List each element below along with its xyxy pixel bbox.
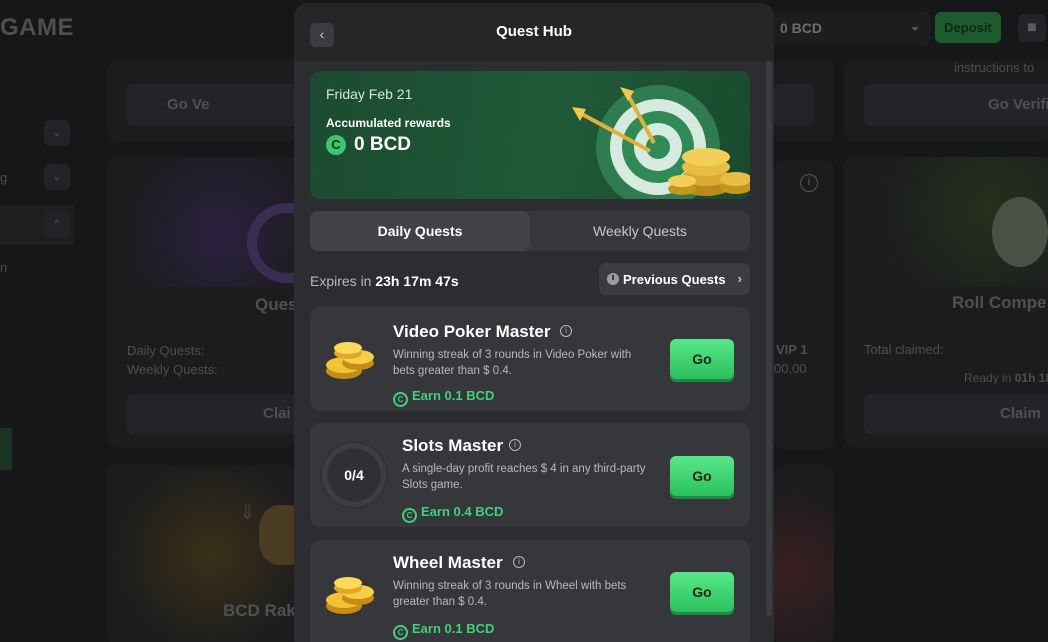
rake-card-title: BCD Rak (223, 601, 296, 620)
right-card-a (774, 60, 834, 142)
chevron-down-icon: ⌄ (909, 19, 920, 33)
go-button[interactable]: Go (670, 456, 734, 496)
claim-button[interactable]: Claim (864, 394, 1048, 434)
quest-description: A single-day profit reaches $ 4 in any t… (402, 463, 646, 491)
weekly-quests-label: Weekly Quests: (127, 362, 218, 377)
topbar-right: 0 BCD ⌄ Deposit ■ (770, 11, 1046, 45)
quest-description: Winning streak of 3 rounds in Video Poke… (393, 349, 632, 377)
sidebar-row-active[interactable]: ⌃ (0, 205, 74, 245)
chevron-down-icon[interactable]: ⌄ (44, 164, 70, 190)
rake-card: ⇓ BCD Rak (107, 465, 309, 642)
total-claimed-label: Total claimed: (864, 342, 944, 357)
quest-title: Slots Master (402, 436, 504, 455)
gold-coins-icon (326, 342, 374, 379)
go-button[interactable]: Go (670, 339, 734, 379)
chevron-right-icon: › (737, 271, 742, 286)
chevron-down-icon[interactable]: ⌄ (44, 120, 70, 146)
sidebar-row-label: g (0, 170, 8, 185)
coin-icon (992, 197, 1048, 267)
quest-title: Video Poker Master (393, 322, 551, 341)
balance-select[interactable]: 0 BCD ⌄ (770, 11, 930, 45)
gold-coins-icon (326, 577, 374, 614)
quest-reward: C Earn 0.4 BCD (402, 504, 503, 523)
expires-label: Expires in (310, 273, 372, 289)
instructions-text: instructions to (954, 60, 1035, 75)
bcd-coin-icon: C (393, 392, 408, 407)
info-icon[interactable]: i (800, 174, 818, 192)
gift-icon[interactable]: ■ (1018, 14, 1046, 42)
ready-time: 01h 18 (1014, 371, 1048, 385)
quest-progress-ring: 0/4 (320, 441, 388, 509)
bcd-coin-icon: C (326, 135, 346, 155)
sidebar-row[interactable]: ⌄ (0, 116, 74, 152)
verify-card-right: instructions to Go Verifi (844, 60, 1048, 142)
quest-description: Winning streak of 3 rounds in Wheel with… (393, 580, 627, 608)
quest-card: Wheel Master i Winning streak of 3 round… (310, 540, 750, 642)
card-button[interactable] (774, 84, 814, 126)
expires-timer: 23h 17m 47s (375, 273, 459, 289)
quest-reward: C Earn 0.1 BCD (393, 621, 494, 640)
expires-text: Expires in 23h 17m 47s (310, 273, 459, 289)
daily-quests-label: Daily Quests: (127, 343, 205, 358)
quest-title: Wheel Master (393, 553, 503, 572)
banner-date: Friday Feb 21 (326, 86, 413, 102)
quest-card: Ques Daily Quests: Weekly Quests: Clai (107, 157, 327, 447)
info-icon[interactable]: i (509, 439, 521, 451)
go-button[interactable]: Go (670, 572, 734, 612)
vip-card: i VIP 1 00.00 (774, 160, 834, 450)
balance-value: 0 BCD (780, 20, 823, 36)
quest-tabs: Daily Quests Weekly Quests (310, 211, 750, 251)
quest-reward: C Earn 0.1 BCD (393, 388, 494, 407)
arrow-down-icon: ⇓ (239, 502, 256, 524)
accumulated-rewards-amount: 0 BCD (354, 134, 412, 155)
roll-competition-card: Roll Compe Total claimed: Ready in 01h 1… (844, 157, 1048, 447)
previous-quests-button[interactable]: Previous Quests › (599, 263, 750, 295)
bcd-coin-icon: C (402, 508, 417, 523)
tab-weekly-quests[interactable]: Weekly Quests (530, 211, 750, 251)
accumulated-rewards-label: Accumulated rewards (326, 116, 451, 130)
modal-header: ‹ Quest Hub (294, 3, 774, 61)
go-verify-button[interactable]: Go Verifi (864, 84, 1048, 126)
chevron-up-icon[interactable]: ⌃ (44, 212, 70, 238)
info-icon[interactable]: i (513, 556, 525, 568)
quest-card: Video Poker Master i Winning streak of 3… (310, 307, 750, 411)
scrollbar[interactable] (766, 61, 772, 616)
verify-card: Go Ve (107, 60, 297, 142)
claim-button[interactable]: Clai (127, 394, 297, 434)
bcd-coin-icon: C (393, 625, 408, 640)
info-icon[interactable]: i (560, 325, 572, 337)
deposit-button[interactable]: Deposit (935, 12, 1001, 43)
ready-in-label: Ready in 01h 18 (964, 371, 1048, 385)
roll-card-title: Roll Compe (952, 293, 1047, 312)
modal-title: Quest Hub (496, 23, 572, 40)
tab-daily-quests[interactable]: Daily Quests (310, 211, 530, 251)
sidebar-row[interactable]: n (0, 250, 74, 286)
quest-hub-modal: ‹ Quest Hub Friday Feb 21 Accumulated re… (294, 3, 774, 642)
dartboard-gold-coins-icon (572, 85, 750, 199)
rewards-banner: Friday Feb 21 Accumulated rewards C 0 BC… (310, 71, 750, 199)
previous-quests-label: Previous Quests (623, 272, 726, 287)
vip-label: VIP 1 (776, 342, 808, 357)
go-verify-button[interactable]: Go Ve (127, 84, 297, 126)
sidebar-highlight (0, 428, 12, 470)
red-card-art (774, 465, 834, 642)
quest-card: 0/4 Slots Master i A single-day profit r… (310, 423, 750, 527)
sidebar-row-label: n (0, 260, 8, 275)
red-card (774, 465, 834, 642)
clock-icon (607, 273, 619, 285)
quest-card-title: Ques (255, 295, 298, 314)
vip-amount: 00.00 (774, 361, 807, 376)
site-logo[interactable]: GAME (0, 14, 74, 42)
sidebar-row[interactable]: g ⌄ (0, 160, 74, 196)
